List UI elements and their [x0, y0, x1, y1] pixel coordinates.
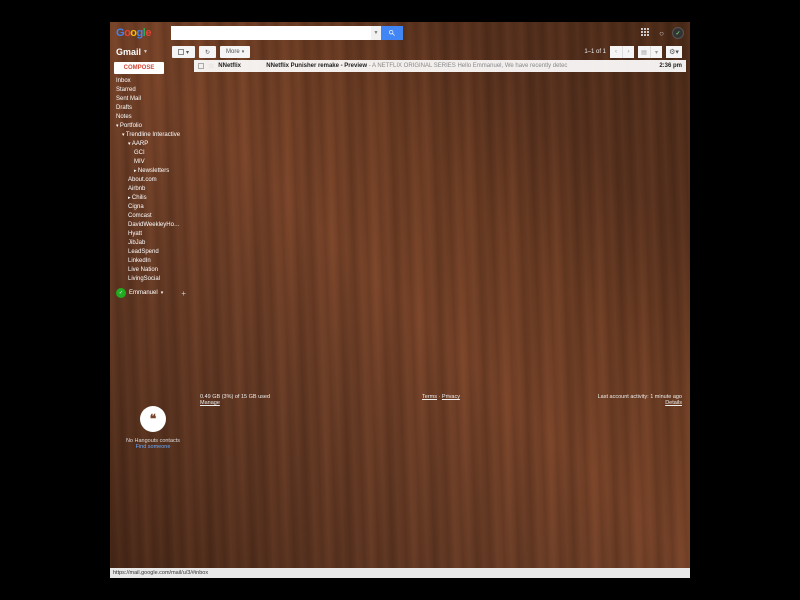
star-icon[interactable]: ☆	[208, 62, 214, 70]
message-checkbox[interactable]	[198, 63, 204, 69]
folder-trendlineinteractive[interactable]: Trendline Interactive	[114, 131, 194, 140]
message-count: 1–1 of 1	[584, 49, 606, 55]
hangouts-icon[interactable]: ❝	[140, 406, 166, 432]
select-checkbox[interactable]: ▾	[172, 46, 195, 58]
folder-aboutcom[interactable]: About.com	[114, 176, 194, 185]
view-toggle[interactable]: ▤	[638, 46, 650, 58]
status-bar: https://mail.google.com/mail/u/3/#inbox	[110, 568, 690, 578]
folder-comcast[interactable]: Comcast	[114, 212, 194, 221]
folder-linkedin[interactable]: LinkedIn	[114, 257, 194, 266]
chat-username: Emmanuel	[129, 290, 158, 296]
hangouts-find-link[interactable]: Find someone	[118, 444, 188, 450]
folder-starred[interactable]: Starred	[114, 86, 194, 95]
new-chat-button[interactable]: +	[181, 289, 186, 298]
refresh-button[interactable]: ↻	[199, 46, 216, 58]
folder-davidweekleyho[interactable]: DavidWeekleyHo…	[114, 221, 194, 230]
folder-livenation[interactable]: Live Nation	[114, 266, 194, 275]
folder-airbnb[interactable]: Airbnb	[114, 185, 194, 194]
status-url: https://mail.google.com/mail/u/3/#inbox	[113, 570, 208, 576]
manage-link[interactable]: Manage	[200, 400, 220, 406]
privacy-link[interactable]: Privacy	[442, 394, 460, 400]
search-input[interactable]	[171, 26, 371, 40]
account-avatar[interactable]: ✓	[672, 27, 684, 39]
folder-livingsocial[interactable]: LivingSocial	[114, 275, 194, 284]
notifications-icon[interactable]: ○	[659, 29, 664, 38]
search-button[interactable]	[381, 26, 403, 40]
terms-link[interactable]: Terms	[422, 394, 437, 400]
chat-user-row[interactable]: ✓ Emmanuel ▾ +	[114, 288, 194, 298]
prev-button[interactable]: ‹	[610, 46, 622, 58]
folder-chilis[interactable]: Chilis	[114, 194, 194, 203]
hangouts-panel: ❝ No Hangouts contacts Find someone	[118, 406, 188, 450]
pagination: ‹›	[610, 46, 634, 58]
settings-button[interactable]: ⚙▾	[666, 46, 682, 58]
apps-icon[interactable]	[641, 28, 651, 38]
gmail-label[interactable]: Gmail	[116, 47, 141, 57]
folder-cigna[interactable]: Cigna	[114, 203, 194, 212]
details-link[interactable]: Details	[665, 400, 682, 406]
message-time: 2:36 pm	[659, 63, 682, 69]
folder-aarp[interactable]: AARP	[114, 140, 194, 149]
footer: 0.49 GB (3%) of 15 GB used Manage Terms …	[200, 394, 682, 406]
folder-leadspend[interactable]: LeadSpend	[114, 248, 194, 257]
folder-sentmail[interactable]: Sent Mail	[114, 95, 194, 104]
compose-button[interactable]: COMPOSE	[114, 62, 164, 74]
folder-drafts[interactable]: Drafts	[114, 104, 194, 113]
chat-avatar: ✓	[116, 288, 126, 298]
google-logo[interactable]: Google	[116, 27, 151, 39]
folder-newsletters[interactable]: Newsletters	[114, 167, 194, 176]
message-sender: NNetflix	[218, 63, 262, 69]
search-bar: ▼	[171, 26, 403, 40]
folder-inbox[interactable]: Inbox	[114, 77, 194, 86]
folder-gci[interactable]: GCI	[114, 149, 194, 158]
message-row[interactable]: ☆ NNetflix NNetflix Punisher remake - Pr…	[194, 60, 686, 72]
folder-hyatt[interactable]: Hyatt	[114, 230, 194, 239]
folder-jibjab[interactable]: JibJab	[114, 239, 194, 248]
search-options-dropdown[interactable]: ▼	[371, 26, 381, 40]
message-subject: NNetflix Punisher remake - Preview - A N…	[266, 63, 567, 69]
next-button[interactable]: ›	[622, 46, 634, 58]
folder-notes[interactable]: Notes	[114, 113, 194, 122]
view-dropdown[interactable]: ▾	[650, 46, 662, 58]
more-button[interactable]: More	[220, 46, 250, 58]
folder-nav: InboxStarredSent MailDraftsNotesPortfoli…	[114, 77, 194, 284]
folder-miv[interactable]: MIV	[114, 158, 194, 167]
folder-portfolio[interactable]: Portfolio	[114, 122, 194, 131]
gmail-dropdown-icon[interactable]: ▼	[143, 49, 148, 55]
